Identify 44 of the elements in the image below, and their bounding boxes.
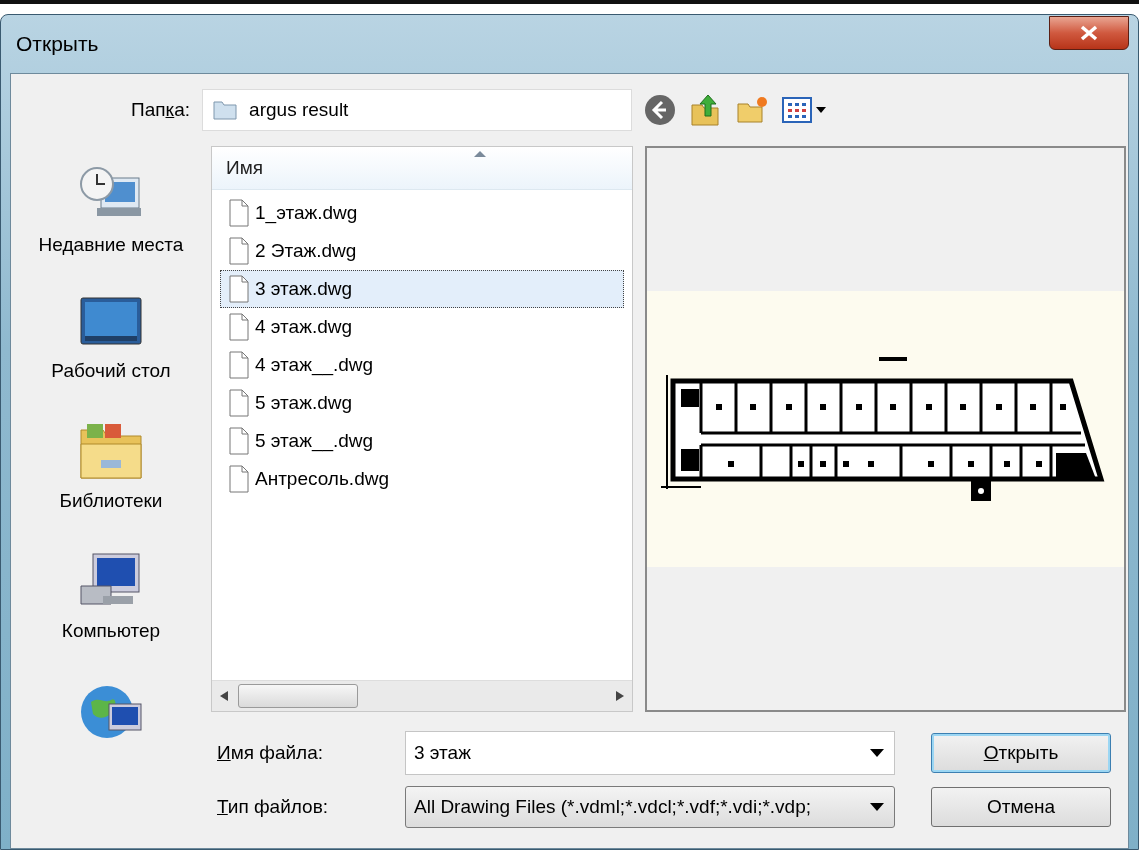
file-icon	[229, 237, 249, 265]
file-icon	[229, 389, 249, 417]
filename-label: Имя файла:	[217, 742, 325, 764]
file-item[interactable]: 4 этаж__.dwg	[220, 346, 624, 384]
folder-combo[interactable]: argus result	[202, 89, 633, 131]
file-icon	[229, 351, 249, 379]
folder-icon	[213, 100, 238, 120]
sort-arrow-icon	[474, 151, 486, 157]
cancel-button[interactable]: Отмена	[931, 787, 1111, 827]
file-item[interactable]: 5 этаж__.dwg	[220, 422, 624, 460]
file-type-label: Тип файлов:	[217, 796, 329, 818]
close-icon	[1080, 25, 1098, 41]
file-item[interactable]: 5 этаж.dwg	[220, 384, 624, 422]
window-title: Открыть	[15, 32, 99, 56]
places-item[interactable]: Недавние места	[21, 164, 201, 260]
horizontal-scrollbar[interactable]	[212, 680, 632, 711]
file-item[interactable]: Антресоль.dwg	[220, 460, 624, 498]
back-button[interactable]	[644, 94, 677, 126]
file-item[interactable]: 1_этаж.dwg	[220, 194, 624, 232]
file-item[interactable]: 4 этаж.dwg	[220, 308, 624, 346]
places-item[interactable]: Компьютер	[21, 552, 201, 646]
places-item[interactable]: Рабочий стол	[21, 296, 201, 386]
file-item[interactable]: 2 Этаж.dwg	[220, 232, 624, 270]
file-icon	[229, 427, 249, 455]
scroll-left-icon	[220, 691, 228, 701]
places-item[interactable]: Библиотеки	[21, 422, 201, 516]
folder-label: Папка:	[131, 99, 191, 121]
open-button[interactable]: Открыть	[931, 733, 1111, 773]
back-icon	[644, 94, 677, 126]
scroll-right-icon	[616, 691, 624, 701]
filename-input[interactable]: 3 этаж	[405, 731, 895, 775]
caret-icon	[870, 749, 884, 757]
file-icon	[229, 465, 249, 493]
file-icon	[229, 313, 249, 341]
file-icon	[229, 199, 249, 227]
file-icon	[229, 275, 249, 303]
view-menu-button[interactable]	[782, 97, 829, 123]
new-folder-icon	[736, 96, 769, 124]
file-item[interactable]: 3 этаж.dwg	[220, 270, 624, 308]
close-button[interactable]	[1049, 16, 1129, 50]
file-type-select[interactable]: All Drawing Files (*.vdml;*.vdcl;*.vdf;*.vdi;*.vdp;	[405, 786, 895, 828]
caret-icon	[870, 803, 884, 811]
folder-icon	[79, 422, 143, 480]
view-grid-icon	[782, 97, 829, 123]
